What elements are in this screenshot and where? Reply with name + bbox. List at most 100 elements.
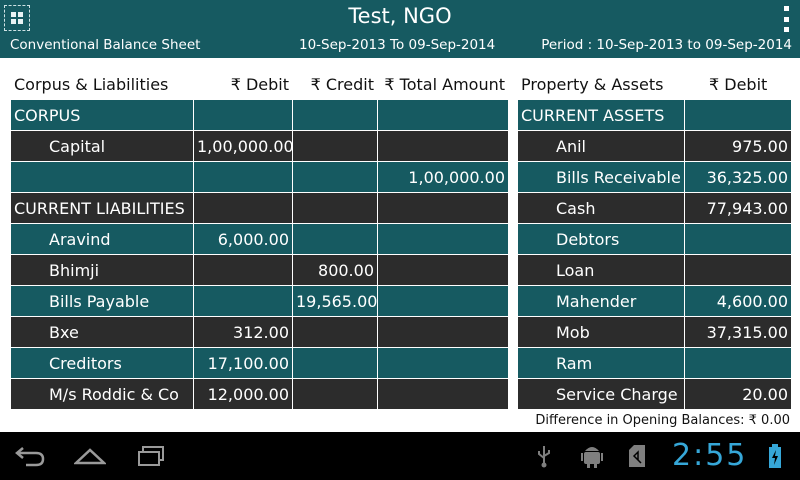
column-header: Property & Assets — [517, 68, 685, 100]
opening-balance-difference: Difference in Opening Balances: ₹ 0.00 — [535, 413, 790, 428]
table-row[interactable]: Service Charge 20.00 — [517, 378, 791, 410]
debit-cell: 6,000.00 — [193, 223, 293, 255]
debit-cell — [684, 254, 791, 286]
row-label: CURRENT ASSETS — [517, 99, 685, 131]
liabilities-header-row: Corpus & Liabilities ₹ Debit ₹ Credit ₹ … — [10, 68, 508, 100]
debit-cell — [193, 99, 293, 131]
action-bar: Test, NGO Conventional Balance Sheet 10-… — [0, 0, 800, 58]
table-row[interactable]: Loan — [517, 254, 791, 286]
table-row[interactable]: Bxe 312.00 — [10, 316, 508, 348]
table-row[interactable]: Capital 1,00,000.00 — [10, 130, 508, 162]
total-cell — [377, 347, 508, 379]
row-label: Cash — [517, 192, 685, 224]
row-label: Bills Payable — [10, 285, 194, 317]
debit-cell: 1,00,000.00 — [193, 130, 293, 162]
credit-cell — [292, 99, 378, 131]
table-row[interactable]: Debtors — [517, 223, 791, 255]
row-label: Mob — [517, 316, 685, 348]
row-label: Loan — [517, 254, 685, 286]
debit-cell: 77,943.00 — [684, 192, 791, 224]
table-row[interactable]: Mob 37,315.00 — [517, 316, 791, 348]
assets-header-row: Property & Assets ₹ Debit — [517, 68, 791, 100]
row-label: Debtors — [517, 223, 685, 255]
battery-charging-icon — [769, 444, 781, 468]
total-cell — [377, 316, 508, 348]
column-header: ₹ Credit — [292, 68, 378, 100]
table-row[interactable]: Bhimji 800.00 — [10, 254, 508, 286]
debit-cell: 36,325.00 — [684, 161, 791, 193]
row-label — [10, 161, 194, 193]
debit-cell — [193, 285, 293, 317]
system-navigation-bar: 2:55 — [0, 432, 800, 480]
row-label: Bxe — [10, 316, 194, 348]
table-row[interactable]: CURRENT LIABILITIES — [10, 192, 508, 224]
debit-cell — [193, 192, 293, 224]
credit-cell: 800.00 — [292, 254, 378, 286]
total-cell — [377, 223, 508, 255]
android-debug-icon — [581, 447, 603, 468]
report-name: Conventional Balance Sheet — [10, 37, 201, 53]
column-header: ₹ Debit — [193, 68, 293, 100]
row-label: M/s Roddic & Co — [10, 378, 194, 410]
table-row[interactable]: CORPUS — [10, 99, 508, 131]
table-row[interactable]: Bills Payable 19,565.00 — [10, 285, 508, 317]
row-label: CORPUS — [10, 99, 194, 131]
row-label: Ram — [517, 347, 685, 379]
credit-cell — [292, 161, 378, 193]
assets-table: Property & Assets ₹ Debit CURRENT ASSETS… — [517, 68, 791, 410]
column-header: ₹ Total Amount — [377, 68, 508, 100]
column-header: ₹ Debit — [684, 68, 791, 100]
table-row[interactable]: CURRENT ASSETS — [517, 99, 791, 131]
credit-cell — [292, 316, 378, 348]
liabilities-table: Corpus & Liabilities ₹ Debit ₹ Credit ₹ … — [10, 68, 508, 410]
debit-cell: 12,000.00 — [193, 378, 293, 410]
table-row[interactable]: Mahender 4,600.00 — [517, 285, 791, 317]
debit-cell — [684, 223, 791, 255]
debit-cell — [684, 99, 791, 131]
table-row[interactable]: Aravind 6,000.00 — [10, 223, 508, 255]
row-label: Bills Receivable — [517, 161, 685, 193]
debit-cell: 20.00 — [684, 378, 791, 410]
row-label: Mahender — [517, 285, 685, 317]
credit-cell — [292, 192, 378, 224]
total-cell: 1,00,000.00 — [377, 161, 508, 193]
row-label: Creditors — [10, 347, 194, 379]
liabilities-table-panel[interactable]: Corpus & Liabilities ₹ Debit ₹ Credit ₹ … — [10, 68, 508, 410]
table-row[interactable]: M/s Roddic & Co 12,000.00 — [10, 378, 508, 410]
report-subheader: Conventional Balance Sheet 10-Sep-2013 T… — [0, 37, 800, 55]
status-clock: 2:55 — [672, 438, 748, 473]
total-cell — [377, 254, 508, 286]
credit-cell — [292, 130, 378, 162]
debit-cell — [193, 161, 293, 193]
debit-cell: 17,100.00 — [193, 347, 293, 379]
sd-card-icon — [629, 445, 645, 467]
debit-cell — [684, 347, 791, 379]
table-row[interactable]: Cash 77,943.00 — [517, 192, 791, 224]
table-row[interactable]: Bills Receivable 36,325.00 — [517, 161, 791, 193]
assets-table-panel[interactable]: Property & Assets ₹ Debit CURRENT ASSETS… — [517, 68, 791, 410]
table-row[interactable]: 1,00,000.00 — [10, 161, 508, 193]
row-label: Aravind — [10, 223, 194, 255]
debit-cell: 312.00 — [193, 316, 293, 348]
period-label: Period : 10-Sep-2013 to 09-Sep-2014 — [541, 37, 792, 53]
row-label: Bhimji — [10, 254, 194, 286]
table-row[interactable]: Ram — [517, 347, 791, 379]
table-row[interactable]: Anil 975.00 — [517, 130, 791, 162]
total-cell — [377, 130, 508, 162]
credit-cell — [292, 223, 378, 255]
home-icon[interactable] — [74, 446, 106, 466]
row-label: Service Charge — [517, 378, 685, 410]
recent-apps-icon[interactable] — [136, 445, 166, 467]
total-cell — [377, 99, 508, 131]
date-range: 10-Sep-2013 To 09-Sep-2014 — [299, 37, 496, 53]
total-cell — [377, 192, 508, 224]
back-icon[interactable] — [14, 445, 46, 467]
credit-cell — [292, 347, 378, 379]
debit-cell: 975.00 — [684, 130, 791, 162]
debit-cell: 37,315.00 — [684, 316, 791, 348]
debit-cell: 4,600.00 — [684, 285, 791, 317]
overflow-menu-icon[interactable] — [782, 6, 790, 32]
table-row[interactable]: Creditors 17,100.00 — [10, 347, 508, 379]
row-label: Anil — [517, 130, 685, 162]
credit-cell: 19,565.00 — [292, 285, 378, 317]
